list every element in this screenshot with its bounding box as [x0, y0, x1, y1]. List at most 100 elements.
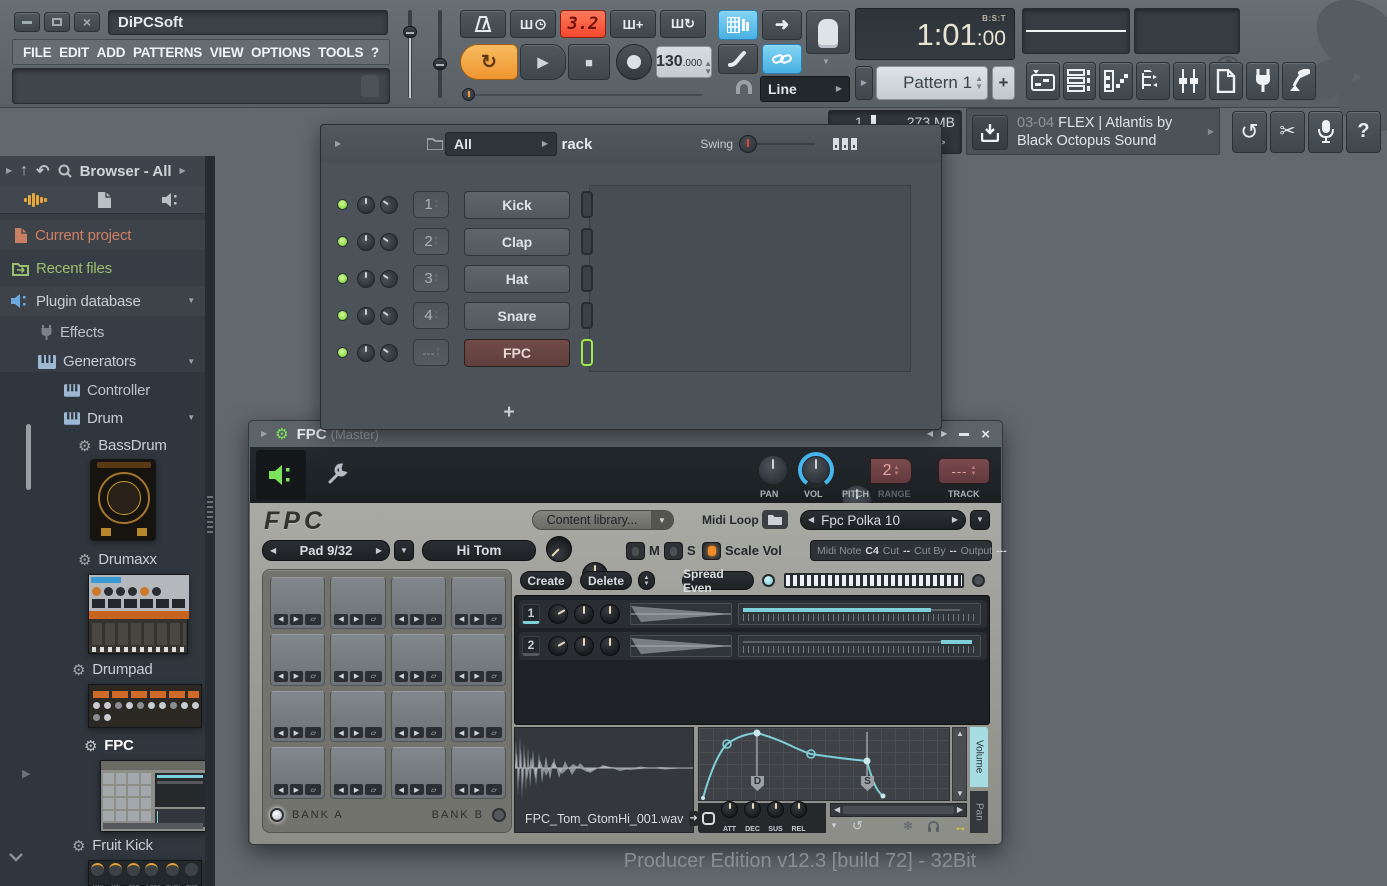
bank-a-label[interactable]: BANK A: [292, 809, 344, 821]
layer-row-1[interactable]: 1: [519, 600, 987, 628]
browser-search-icon[interactable]: [58, 164, 72, 178]
pad-next-icon[interactable]: ▶: [369, 546, 389, 555]
drum-pad-4[interactable]: ◀ ▶ ▱: [450, 747, 506, 799]
blend-recording-button[interactable]: Ш+: [610, 10, 656, 38]
volume-slider-handle[interactable]: [403, 26, 417, 38]
layer-pan-knob[interactable]: [544, 632, 572, 660]
fpc-detach-left-icon[interactable]: ◀: [927, 430, 933, 438]
channel-enable-led[interactable]: [337, 310, 348, 321]
layer-number[interactable]: 1: [522, 604, 540, 624]
channel-enable-led[interactable]: [337, 273, 348, 284]
preset-prev-icon[interactable]: ◀: [801, 516, 821, 524]
channel-button[interactable]: FPC: [464, 338, 570, 367]
fpc-menu-arrow-icon[interactable]: ▶: [261, 430, 267, 438]
layer-vol-knob[interactable]: [574, 636, 594, 656]
channel-enable-led[interactable]: [337, 199, 348, 210]
channel-select-strip[interactable]: [581, 265, 593, 292]
channel-rack-header[interactable]: ▶ All ▶ Channel rack Swing: [321, 125, 941, 163]
piano-roll-button[interactable]: [1099, 62, 1133, 100]
browser-scrollbar-handle[interactable]: [207, 496, 213, 536]
channel-pan-knob[interactable]: [357, 232, 375, 251]
channel-target-selector[interactable]: 1 > <: [413, 191, 449, 218]
fpc-range-value[interactable]: 2 ▲ ▼: [870, 458, 912, 484]
channel-enable-led[interactable]: [337, 236, 348, 247]
master-volume-slider[interactable]: [403, 10, 417, 98]
envelope-vscroll[interactable]: ▲ ▼: [952, 727, 967, 801]
collapse-arrow-icon[interactable]: ▼: [187, 297, 195, 305]
layer-pan-knob[interactable]: [544, 600, 572, 628]
spread-even-button[interactable]: Spread Even: [682, 567, 754, 595]
drum-pad-6[interactable]: ◀ ▶ ▱: [330, 690, 386, 743]
pad-prev-icon[interactable]: ◀: [263, 546, 283, 555]
velocity-mode-led[interactable]: [762, 574, 775, 587]
browser-mini-scrollbar[interactable]: [26, 424, 31, 490]
swing-slider-handle[interactable]: [739, 135, 758, 153]
pattern-prev-button[interactable]: ▶: [855, 66, 873, 100]
fpc-close-icon[interactable]: ×: [981, 426, 990, 443]
channel-pan-knob[interactable]: [357, 306, 375, 325]
layer-wave-thumb[interactable]: [630, 603, 732, 625]
drum-pad-10[interactable]: ◀ ▶ ▱: [330, 633, 386, 686]
envelope-tab-volume[interactable]: Volume: [970, 727, 988, 787]
browser-tab-plugins-icon[interactable]: [161, 192, 181, 208]
drum-pad-13[interactable]: ◀ ▶ ▱: [270, 577, 326, 629]
key-range-display[interactable]: [784, 573, 964, 588]
attack-knob[interactable]: [721, 800, 738, 818]
fpc-minimize-icon[interactable]: [959, 432, 970, 436]
master-pitch-slider[interactable]: [433, 10, 447, 98]
drum-pad-11[interactable]: ◀ ▶ ▱: [390, 633, 446, 686]
layer-delete-button[interactable]: Delete: [580, 571, 632, 590]
channel-volume-knob[interactable]: [376, 265, 402, 292]
layer-velocity-range[interactable]: [738, 603, 981, 625]
sample-open-button[interactable]: ➜: [689, 811, 698, 826]
channel-target-selector[interactable]: 4 > <: [413, 302, 449, 329]
menu-help[interactable]: ?: [371, 45, 379, 60]
drum-pad-8[interactable]: ◀ ▶ ▱: [450, 690, 506, 743]
snap-selector[interactable]: Line ▶: [760, 76, 850, 102]
pad-list-button[interactable]: ▼: [394, 540, 414, 561]
close-button[interactable]: ×: [74, 12, 100, 32]
shuffle-slider[interactable]: [462, 88, 708, 102]
tempo-spinner-icon[interactable]: ▲ ▼: [704, 60, 712, 76]
cut-value[interactable]: --: [903, 545, 910, 557]
scroll-down-icon[interactable]: ▼: [956, 790, 964, 798]
precount-display[interactable]: 3.2: [560, 10, 606, 38]
drum-pad-12[interactable]: ◀ ▶ ▱: [450, 633, 506, 686]
browser-title-arrow-icon[interactable]: ▶: [180, 167, 186, 175]
pad-pan-knob[interactable]: [540, 530, 578, 568]
channel-select-strip[interactable]: [581, 191, 593, 218]
channel-volume-knob[interactable]: [376, 339, 402, 366]
spectrum-monitor[interactable]: [1134, 8, 1240, 54]
help-button[interactable]: ?: [1346, 110, 1381, 153]
channel-button[interactable]: Hat: [464, 264, 570, 293]
browser-tab-samples-icon[interactable]: [24, 192, 48, 207]
sample-name[interactable]: FPC_Tom_GtomHi_001.wav: [525, 812, 683, 826]
browser-expand-arrow-icon[interactable]: ▶: [22, 769, 30, 780]
browser-item-drumpad[interactable]: ⚙ Drumpad: [0, 656, 205, 683]
layer-wave-thumb[interactable]: [630, 635, 732, 657]
browser-back-icon[interactable]: ↶: [36, 161, 49, 181]
drum-pad-1[interactable]: ◀ ▶ ▱: [270, 747, 326, 799]
channel-target-selector[interactable]: --- > <: [413, 339, 449, 366]
loop-record-button[interactable]: Ш↻: [660, 10, 706, 38]
minimize-button[interactable]: [14, 12, 40, 32]
preset-list-button[interactable]: ▼: [970, 510, 990, 530]
browser-item-current-project[interactable]: Current project: [0, 220, 205, 250]
maximize-button[interactable]: [44, 12, 70, 32]
pat-song-toggle[interactable]: ↻: [460, 44, 518, 80]
step-edit-button[interactable]: [718, 10, 758, 40]
menu-view[interactable]: VIEW: [210, 45, 244, 60]
pad-prev-sample-icon[interactable]: ◀: [274, 613, 288, 625]
browser-tab-files-icon[interactable]: [97, 191, 112, 209]
plugin-database-button[interactable]: [1135, 62, 1170, 100]
content-library-dropdown[interactable]: Content library... ▼: [532, 510, 674, 530]
browser-item-controller[interactable]: Controller: [0, 376, 205, 404]
browser-menu-icon[interactable]: ▶: [6, 167, 12, 175]
bank-b-led[interactable]: [492, 808, 506, 822]
multilink-controllers-button[interactable]: [806, 10, 850, 54]
fpc-enable-button[interactable]: [256, 450, 306, 500]
drum-pad-15[interactable]: ◀ ▶ ▱: [390, 577, 446, 629]
drum-pad-5[interactable]: ◀ ▶ ▱: [270, 690, 326, 743]
time-display[interactable]: B:S:T 1:01 :00: [855, 8, 1015, 60]
preset-selector[interactable]: ◀ Fpc Polka 10 ▶: [800, 510, 966, 530]
